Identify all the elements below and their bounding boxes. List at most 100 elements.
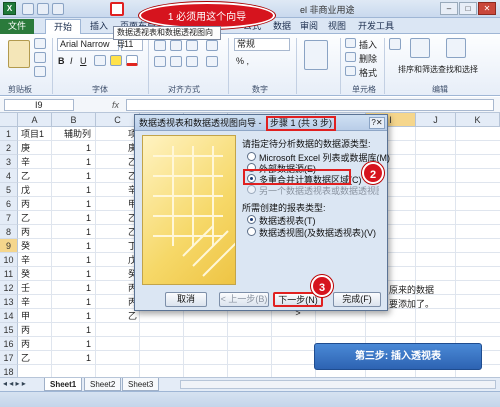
sheet-tab-3[interactable]: Sheet3 (122, 378, 160, 391)
align-top-icon[interactable] (154, 40, 166, 51)
insert-cells-icon[interactable] (345, 38, 356, 48)
autosum-icon[interactable] (389, 38, 401, 50)
row-header[interactable]: 5 (0, 183, 18, 197)
row-header[interactable]: 9 (0, 239, 18, 253)
border-icon[interactable] (94, 55, 106, 66)
row-header[interactable]: 3 (0, 155, 18, 169)
cell-b[interactable]: 1 (52, 239, 94, 253)
cell-a[interactable]: 辛 (21, 155, 51, 169)
cell-b[interactable]: 1 (52, 309, 94, 323)
excel-app-icon[interactable]: X (3, 2, 16, 15)
find-select-icon[interactable] (446, 38, 466, 58)
formula-input[interactable] (126, 99, 494, 111)
pivot-wizard-icon[interactable] (110, 2, 124, 16)
merge-center-icon[interactable] (206, 56, 218, 67)
finish-button[interactable]: 完成(F) (333, 292, 381, 307)
tab-insert[interactable]: 插入 (82, 19, 116, 34)
tab-file[interactable]: 文件 (0, 19, 34, 34)
cell-a[interactable]: 癸 (21, 267, 51, 281)
row-header[interactable]: 12 (0, 281, 18, 295)
cell-a[interactable]: 戊 (21, 183, 51, 197)
back-button[interactable]: < 上一步(B) (219, 292, 269, 307)
insert-cells-button[interactable]: 插入 (359, 38, 377, 51)
bold-button[interactable]: B (58, 56, 65, 66)
select-all-corner[interactable] (0, 113, 18, 127)
row-header[interactable]: 13 (0, 295, 18, 309)
cell-a[interactable]: 丙 (21, 323, 51, 337)
cell-b[interactable]: 1 (52, 351, 94, 365)
column-header[interactable]: J (416, 113, 456, 127)
align-right-icon[interactable] (186, 56, 198, 67)
format-cells-icon[interactable] (345, 66, 356, 76)
cell-a[interactable]: 辛 (21, 295, 51, 309)
row-header[interactable]: 17 (0, 351, 18, 365)
cell-b[interactable]: 1 (52, 211, 94, 225)
maximize-button[interactable]: □ (459, 2, 477, 15)
row-header[interactable]: 6 (0, 197, 18, 211)
column-header[interactable]: K (456, 113, 500, 127)
cell-b[interactable]: 1 (52, 295, 94, 309)
cell-a[interactable] (21, 365, 51, 377)
tab-home[interactable]: 开始 (45, 19, 82, 34)
sort-filter-icon[interactable] (410, 38, 430, 58)
cell-a[interactable]: 丙 (21, 197, 51, 211)
row-header[interactable]: 11 (0, 267, 18, 281)
cell-b[interactable]: 1 (52, 225, 94, 239)
format-cells-button[interactable]: 格式 (359, 66, 377, 79)
number-format-combo[interactable]: 常规 (234, 38, 290, 51)
cell-b[interactable] (52, 365, 94, 377)
row-header[interactable]: 10 (0, 253, 18, 267)
cell-a[interactable]: 乙 (21, 211, 51, 225)
radio-excel-list[interactable] (247, 152, 256, 161)
cell-b[interactable]: 1 (52, 155, 94, 169)
radio-other-pivot[interactable] (247, 185, 256, 194)
column-header[interactable]: B (52, 113, 96, 127)
row-header[interactable]: 15 (0, 323, 18, 337)
fx-icon[interactable]: fx (112, 100, 119, 110)
name-box[interactable]: I9 (4, 99, 74, 111)
wrap-text-icon[interactable] (206, 40, 218, 51)
radio-pivot-chart[interactable] (247, 227, 256, 236)
dialog-close-icon[interactable]: ?✕ (369, 117, 385, 129)
redo-icon[interactable] (52, 3, 64, 15)
row-header[interactable]: 16 (0, 337, 18, 351)
sheet-tab-1[interactable]: Sheet1 (44, 378, 83, 391)
cell-a[interactable]: 项目1 (21, 127, 51, 141)
cancel-button[interactable]: 取消 (165, 292, 207, 307)
radio-pivot-table[interactable] (247, 215, 256, 224)
row-header[interactable]: 1 (0, 127, 18, 141)
cell-b[interactable]: 1 (52, 169, 94, 183)
row-header[interactable]: 7 (0, 211, 18, 225)
percent-button[interactable]: % , (236, 56, 249, 66)
cell-a[interactable]: 癸 (21, 239, 51, 253)
close-button[interactable]: ✕ (478, 2, 496, 15)
row-header[interactable]: 18 (0, 365, 18, 377)
styles-icon[interactable] (304, 40, 328, 70)
save-icon[interactable] (22, 3, 34, 15)
cell-b[interactable]: 1 (52, 281, 94, 295)
cell-a[interactable]: 壬 (21, 281, 51, 295)
cell-a[interactable]: 甲 (21, 309, 51, 323)
delete-cells-icon[interactable] (345, 52, 356, 62)
font-color-icon[interactable] (126, 55, 138, 66)
cell-a[interactable]: 庚 (21, 141, 51, 155)
cell-b[interactable]: 辅助列 (52, 127, 94, 141)
font-name-combo[interactable]: Arial Narrow (57, 38, 119, 51)
find-select-button[interactable]: 查找和选择 (438, 64, 478, 75)
paste-icon[interactable] (8, 40, 30, 68)
cell-a[interactable]: 辛 (21, 253, 51, 267)
align-left-icon[interactable] (154, 56, 166, 67)
cut-icon[interactable] (34, 38, 46, 49)
delete-cells-button[interactable]: 删除 (359, 52, 377, 65)
option-other-pivot[interactable]: 另一个数据透视表或数据透视图(A) (259, 184, 379, 197)
cell-b[interactable]: 1 (52, 323, 94, 337)
row-header[interactable]: 4 (0, 169, 18, 183)
cell-b[interactable]: 1 (52, 267, 94, 281)
align-center-icon[interactable] (170, 56, 182, 67)
horizontal-scrollbar[interactable] (180, 380, 496, 389)
fill-color-icon[interactable] (110, 55, 122, 66)
cell-b[interactable]: 1 (52, 197, 94, 211)
format-painter-icon[interactable] (34, 66, 46, 77)
align-middle-icon[interactable] (170, 40, 182, 51)
row-header[interactable]: 14 (0, 309, 18, 323)
